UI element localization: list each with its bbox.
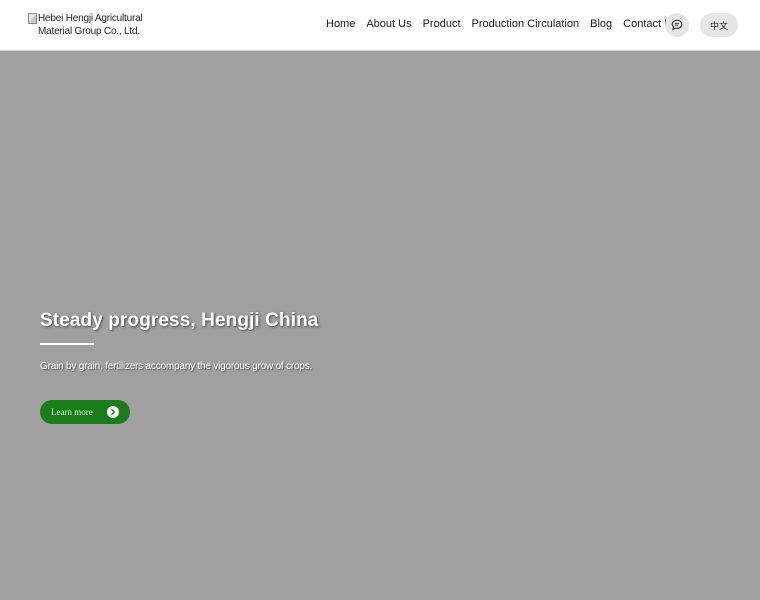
hero-banner: Steady progress, Hengji China Grain by g… (0, 51, 760, 600)
chat-bubble-icon (671, 19, 683, 31)
chat-button[interactable] (665, 13, 689, 37)
nav-item-production-circulation[interactable]: Production Circulation (472, 17, 580, 32)
nav-item-product[interactable]: Product (423, 17, 461, 32)
learn-more-button[interactable]: Learn more (40, 400, 130, 424)
hero-title: Steady progress, Hengji China (40, 310, 319, 331)
hero-subtitle: Grain by grain, fertilizers accompany th… (40, 361, 313, 372)
logo-alt-text: Hebei Hengji Agricultural Material Group… (38, 13, 143, 37)
main-nav: Home About Us Product Production Circula… (326, 17, 678, 32)
learn-more-label: Learn more (51, 407, 93, 417)
chevron-right-circle-icon (107, 406, 119, 418)
nav-item-about-us[interactable]: About Us (366, 17, 411, 32)
hero-divider (40, 343, 94, 345)
site-header: Hebei Hengji Agricultural Material Group… (0, 0, 760, 51)
language-switch-button[interactable]: 中文 (700, 13, 738, 37)
nav-item-home[interactable]: Home (326, 17, 355, 32)
nav-item-blog[interactable]: Blog (590, 17, 612, 32)
logo[interactable]: Hebei Hengji Agricultural Material Group… (28, 12, 148, 38)
broken-image-icon (28, 13, 37, 24)
